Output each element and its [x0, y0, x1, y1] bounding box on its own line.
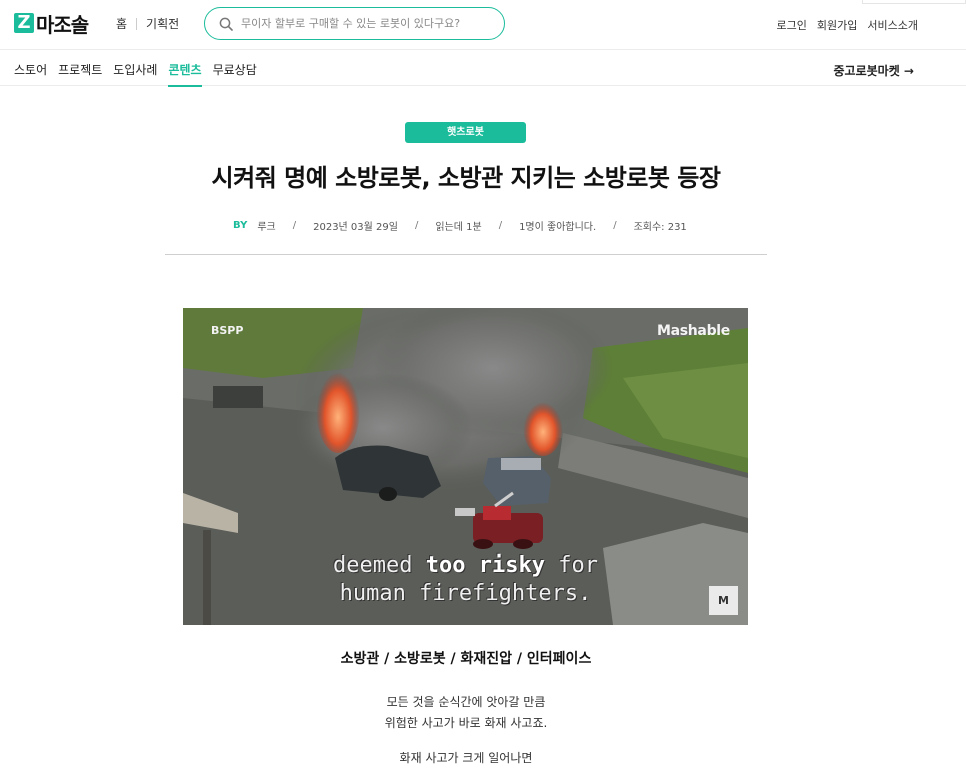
paragraph-line: 화재 사고가 크게 일어나면 [399, 751, 533, 765]
meta-separator: / [414, 220, 419, 231]
logo-z-mark: Z [14, 13, 34, 33]
paragraph-line: 모든 것을 순식간에 앗아갈 만큼 [386, 695, 546, 709]
sub-nav: 스토어 프로젝트 도입사례 콘텐츠 무료상담 중고로봇마켓 → [0, 50, 966, 87]
tab-cases[interactable]: 도입사례 [113, 61, 157, 87]
auth-nav: 로그인 회원가입 서비스소개 [767, 17, 918, 33]
service-intro-link[interactable]: 서비스소개 [867, 17, 918, 33]
header-divider [165, 254, 767, 255]
read-time: 읽는데 1분 [435, 222, 482, 233]
category-badge[interactable]: 햇츠로봇 [405, 122, 526, 143]
tab-project[interactable]: 프로젝트 [58, 61, 102, 87]
search-icon[interactable] [219, 17, 233, 31]
top-header: Z 마조솔 홈 기획전 로그인 회원가입 서비스소개 [0, 0, 966, 50]
paragraph-line: 위험한 사고가 바로 화재 사고죠. [384, 716, 548, 730]
like-count[interactable]: 1명이 좋아합니다. [519, 218, 596, 233]
dropdown-edge [862, 0, 966, 4]
signup-link[interactable]: 회원가입 [817, 17, 857, 33]
article-title: 시켜줘 명예 소방로봇, 소방관 지키는 소방로봇 등장 [211, 164, 721, 192]
article-video[interactable]: BSPP Mashable deemed too risky for human… [183, 308, 748, 625]
site-logo[interactable]: Z 마조솔 [14, 6, 89, 40]
nav-home[interactable]: 홈 [116, 15, 127, 32]
search-box[interactable] [204, 7, 505, 40]
search-input[interactable] [241, 17, 501, 30]
tab-store[interactable]: 스토어 [14, 61, 47, 87]
meta-separator: / [292, 220, 297, 231]
tab-contents[interactable]: 콘텐츠 [168, 61, 202, 87]
video-brand-watermark: Mashable [656, 323, 730, 339]
publish-date: 2023년 03월 29일 [313, 222, 398, 233]
view-count: 조회수: 231 [633, 222, 687, 233]
subtitle-line-2: human firefighters. [339, 581, 592, 606]
by-label: BY [233, 220, 248, 231]
meta-separator: / [498, 220, 503, 231]
logo-text: 마조솔 [36, 12, 89, 37]
video-source-label: BSPP [211, 324, 244, 337]
used-robot-market-link[interactable]: 중고로봇마켓 → [834, 62, 914, 79]
nav-exhibition[interactable]: 기획전 [146, 15, 179, 32]
tab-consulting[interactable]: 무료상담 [213, 61, 257, 87]
author-name[interactable]: 루크 [257, 218, 275, 233]
article-tags: 소방관 / 소방로봇 / 화재진압 / 인터페이스 [340, 651, 592, 667]
top-nav: 홈 기획전 [116, 15, 179, 32]
nav-separator [136, 17, 138, 30]
subtitle-line-1: deemed too risky for [333, 553, 598, 578]
video-corner-badge: M [709, 586, 738, 615]
article-meta: BY 루크 / 2023년 03월 29일 / 읽는데 1분 / 1명이 좋아합… [233, 218, 687, 233]
meta-separator: / [613, 220, 617, 231]
video-subtitle: deemed too risky for human firefighters. [183, 552, 748, 608]
article-body: 모든 것을 순식간에 앗아갈 만큼 위험한 사고가 바로 화재 사고죠. 화재 … [0, 692, 932, 769]
category-tabs: 스토어 프로젝트 도입사례 콘텐츠 무료상담 [14, 61, 268, 87]
login-link[interactable]: 로그인 [777, 17, 807, 33]
